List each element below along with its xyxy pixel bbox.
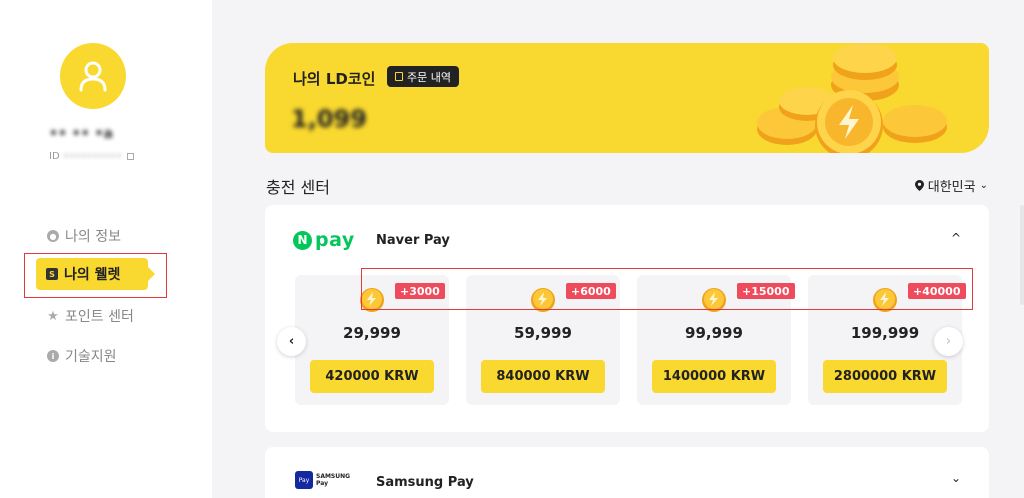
user-id-value: •••••••••• [62,151,122,162]
naver-pay-name: Naver Pay [376,233,450,248]
sidebar-item-label: 기술지원 [65,349,117,365]
location-pin-icon [914,180,924,191]
coin-amount: 59,999 [514,324,572,342]
coin-balance-banner: 나의 LD코인 주문 내역 1,099 [265,43,989,153]
buy-button[interactable]: 420000 KRW [310,360,434,393]
chevron-down-icon: ⌄ [979,180,988,191]
naver-logo-n: N [293,230,312,250]
user-circle-icon: ● [47,230,59,242]
naver-pay-card: N pay Naver Pay ^ +3000 29,999 420000 KR… [265,205,989,432]
region-label: 대한민국 [927,180,976,195]
highlight-box-bonus [361,268,973,310]
naver-logo-pay: pay [315,229,355,251]
samsung-logo-square: Pay [295,471,313,489]
region-selector[interactable]: 대한민국 ⌄ [914,176,988,195]
coin-amount: 99,999 [685,324,743,342]
sidebar: •• •• •a ID •••••••••• ● 나의 정보 S 나의 웰렛 ★… [0,0,212,498]
star-icon: ★ [47,308,59,324]
samsung-logo-line1: SAMSUNG [316,473,351,480]
samsung-pay-name: Samsung Pay [376,475,474,490]
buy-button[interactable]: 1400000 KRW [652,360,776,393]
samsung-logo-line2: Pay [316,480,329,487]
sidebar-item-label: 포인트 센터 [65,309,134,325]
buy-button[interactable]: 2800000 KRW [823,360,947,393]
info-icon: i [47,350,59,362]
samsung-logo-text: SAMSUNG Pay [316,473,350,487]
banner-title: 나의 LD코인 [293,70,376,88]
carousel-next-button[interactable]: › [934,327,963,356]
order-history-button[interactable]: 주문 내역 [387,66,459,87]
scrollbar[interactable] [1020,205,1024,305]
chevron-left-icon: ‹ [288,334,295,349]
document-icon [395,72,403,81]
user-icon [79,61,107,92]
user-id-label: ID [49,151,60,162]
coin-balance-amount: 1,099 [291,105,367,133]
avatar[interactable] [60,43,126,109]
user-name: •• •• •a [49,126,113,142]
highlight-box-wallet [24,253,167,298]
carousel-prev-button[interactable]: ‹ [277,327,306,356]
copy-icon[interactable] [127,152,135,160]
samsung-pay-card: Pay SAMSUNG Pay Samsung Pay ⌄ [265,447,989,498]
sidebar-item-tech-support[interactable]: i 기술지원 [47,344,117,368]
chevron-down-icon[interactable]: ⌄ [951,471,961,485]
charge-center-title: 충전 센터 [266,178,330,197]
sidebar-item-my-info[interactable]: ● 나의 정보 [47,224,121,248]
sidebar-item-point-center[interactable]: ★ 포인트 센터 [47,304,134,328]
user-id: ID •••••••••• [49,151,135,162]
coins-illustration-icon [757,43,947,153]
sidebar-item-label: 나의 정보 [65,229,121,245]
buy-button[interactable]: 840000 KRW [481,360,605,393]
naver-pay-logo: N pay [293,229,355,251]
coin-amount: 29,999 [343,324,401,342]
chevron-up-icon[interactable]: ^ [951,231,961,245]
chevron-right-icon: › [945,334,952,349]
order-history-label: 주문 내역 [407,70,451,84]
samsung-pay-logo: Pay SAMSUNG Pay [295,471,350,489]
